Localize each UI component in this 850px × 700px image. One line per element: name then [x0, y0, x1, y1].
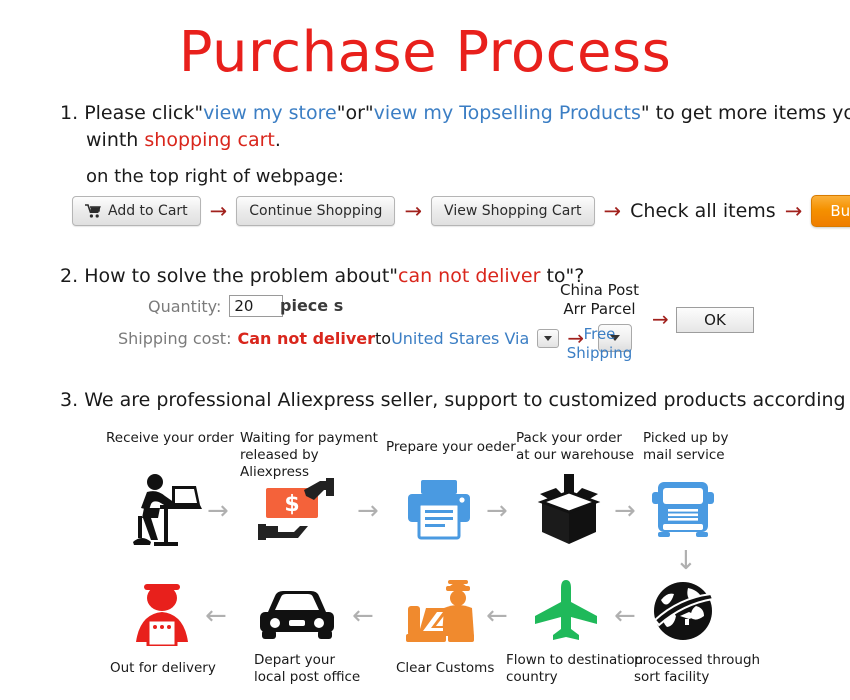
section2-number: 2. [60, 265, 79, 287]
section1-line2: winth shopping cart. [86, 127, 281, 153]
continue-shopping-label: Continue Shopping [249, 203, 383, 219]
section1-text-mid: "or" [336, 102, 374, 124]
free-shipping-line1: Free [583, 325, 616, 343]
can-not-deliver-highlight: can not deliver [398, 265, 541, 287]
arrow-left-icon: ← [205, 601, 227, 631]
flow-label-pack-order: Pack your order at our warehouse [516, 430, 656, 464]
section3-head-text: We are professional Aliexpress seller, s… [84, 389, 850, 411]
section1-text-prefix: Please click" [84, 102, 204, 124]
view-shopping-cart-button[interactable]: View Shopping Cart [431, 196, 595, 226]
section1-subhead: on the top right of webpage: [86, 166, 344, 187]
truck-icon [652, 478, 714, 540]
section1-line2-prefix: winth [86, 129, 145, 151]
arrow-left-icon: ← [352, 601, 374, 631]
arrow-right-icon: → [486, 496, 508, 526]
flow-label-sort-facility: processed through sort facility [634, 652, 774, 686]
quantity-input[interactable] [229, 295, 284, 317]
person-at-desk-icon [130, 472, 202, 548]
add-to-cart-button[interactable]: Add to Cart [72, 196, 201, 226]
flow-label-line2: sort facility [634, 669, 710, 685]
arrow-right-icon: → [614, 496, 636, 526]
shipping-to-text: to [375, 328, 392, 348]
delivery-person-icon [128, 578, 196, 646]
arrow-right-icon: → [603, 198, 622, 223]
flow-label-line1: Receive your order [106, 430, 234, 446]
shipping-cost-label: Shipping cost: [118, 328, 232, 348]
carrier-name: China Post Arr Parcel [552, 281, 647, 319]
continue-shopping-button[interactable]: Continue Shopping [236, 196, 396, 226]
arrow-right-icon: → [652, 307, 669, 331]
section2-heading: 2. How to solve the problem about"can no… [60, 263, 584, 289]
flow-label-line1: Pack your order [516, 430, 622, 446]
add-to-cart-label: Add to Cart [108, 203, 188, 219]
purchase-button-flow: Add to Cart → Continue Shopping → View S… [72, 195, 850, 227]
view-shopping-cart-label: View Shopping Cart [444, 203, 582, 219]
shipping-status-text: Can not deliver [237, 328, 376, 348]
shipping-country-text: United Stares Via [391, 328, 530, 348]
arrow-left-icon: ← [614, 601, 636, 631]
car-icon [258, 586, 336, 640]
flow-label-line2: mail service [643, 447, 725, 463]
check-all-items-text: Check all items [630, 200, 776, 222]
flow-label-flown-destination: Flown to destination country [506, 652, 646, 686]
arrow-right-icon: → [357, 496, 379, 526]
printer-icon [406, 478, 472, 540]
page-title: Purchase Process [178, 20, 672, 85]
customs-officer-icon [404, 578, 476, 646]
flow-label-line1: Prepare your oeder [386, 439, 516, 455]
flow-label-line1: Out for delivery [110, 660, 216, 676]
flow-label-line1: Flown to destination [506, 652, 644, 668]
buy-now-button[interactable]: Buy Now [811, 195, 850, 227]
flow-label-line2: country [506, 669, 558, 685]
section1-line2-suffix: . [274, 129, 281, 151]
svg-text:$: $ [284, 492, 299, 517]
flow-label-depart-post-office: Depart your local post office [254, 652, 384, 686]
purchase-process-infographic: Purchase Process 1. Please click"view my… [0, 0, 850, 700]
arrow-right-icon: → [784, 198, 803, 223]
shopping-cart-highlight: shopping cart [144, 129, 275, 151]
flow-label-line1: Picked up by [643, 430, 729, 446]
quantity-row: Quantity: [148, 295, 284, 317]
section1-line1: 1. Please click"view my store"or"view my… [60, 100, 850, 126]
airplane-icon [532, 580, 600, 642]
section1-text-suffix: " to get more items you want [640, 102, 850, 124]
flow-label-line1: processed through [634, 652, 761, 668]
buy-now-label: Buy Now [830, 202, 850, 220]
section1-number: 1. [60, 102, 79, 124]
arrow-right-icon: → [207, 496, 229, 526]
carrier-line1: China Post [560, 281, 639, 299]
carrier-line2: Arr Parcel [563, 300, 636, 318]
flow-label-picked-up: Picked up by mail service [643, 430, 763, 464]
arrow-right-icon: → [209, 198, 228, 223]
free-shipping-label: Free Shipping [552, 325, 647, 363]
globe-sort-icon [652, 580, 714, 642]
link-view-my-topselling-products[interactable]: view my Topselling Products [374, 102, 641, 124]
flow-label-line2: local post office [254, 669, 361, 685]
flow-label-line1: Waiting for payment [240, 430, 378, 446]
section3-heading: 3. We are professional Aliexpress seller… [60, 387, 850, 413]
section3-number: 3. [60, 389, 79, 411]
ok-button-label: OK [704, 311, 726, 329]
free-shipping-line2: Shipping [566, 344, 633, 362]
flow-label-receive-order: Receive your order [106, 430, 236, 447]
arrow-right-icon: → [404, 198, 423, 223]
arrow-left-icon: ← [486, 601, 508, 631]
quantity-label: Quantity: [148, 296, 222, 316]
quantity-unit-label: piece s [280, 296, 344, 315]
link-view-my-store[interactable]: view my store [203, 102, 337, 124]
section2-head-prefix: How to solve the problem about" [84, 265, 399, 287]
flow-label-out-for-delivery: Out for delivery [110, 660, 240, 677]
ok-button[interactable]: OK [676, 307, 754, 333]
arrow-down-icon: ↓ [675, 546, 697, 576]
package-box-icon [534, 472, 604, 546]
money-handoff-icon: $ [256, 472, 346, 548]
flow-label-line2: at our warehouse [516, 447, 635, 463]
shopping-cart-icon [85, 204, 102, 218]
flow-label-prepare-order: Prepare your oeder [386, 439, 516, 456]
flow-label-line1: Depart your [254, 652, 336, 668]
